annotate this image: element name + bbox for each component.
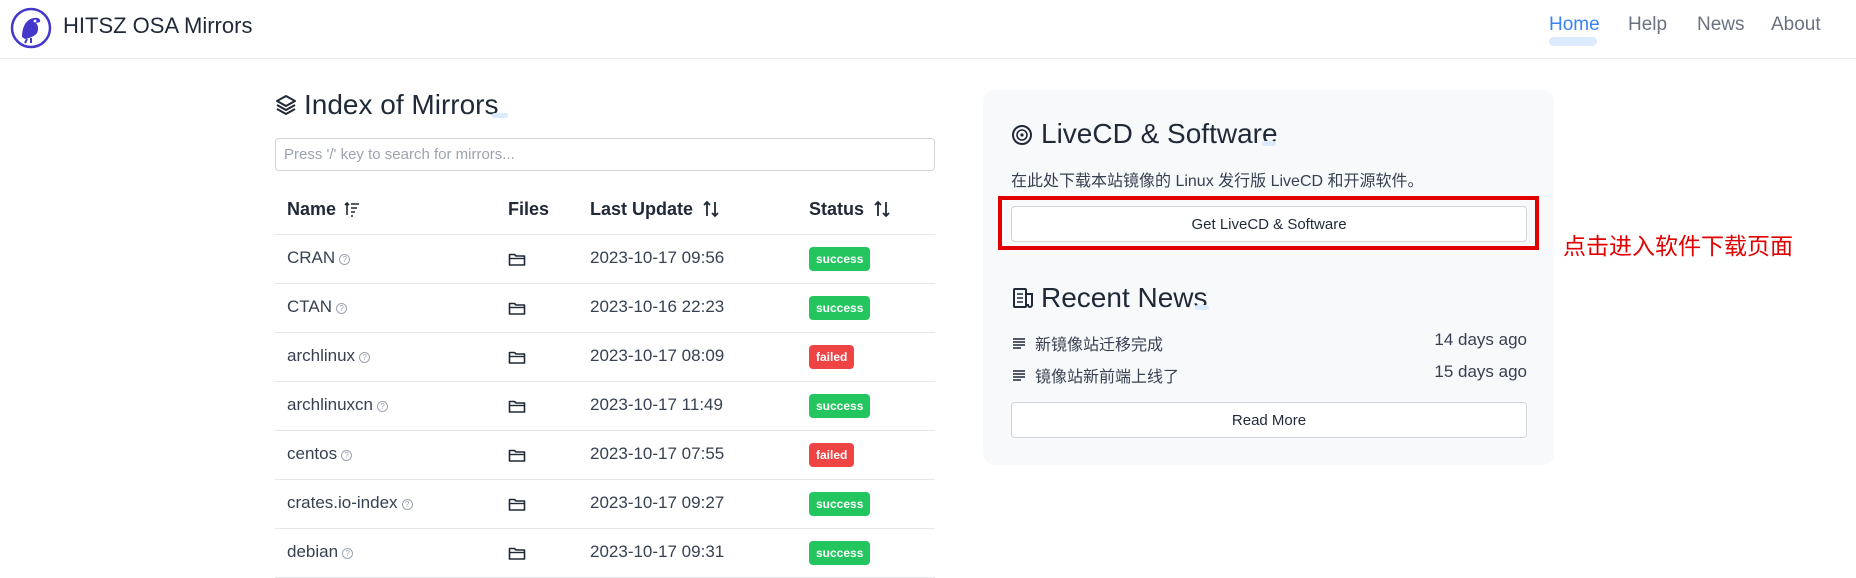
mirror-name[interactable]: centos bbox=[287, 444, 337, 463]
newspaper-icon bbox=[1013, 288, 1033, 308]
folder-icon[interactable] bbox=[508, 398, 526, 414]
nav-home[interactable]: Home bbox=[1549, 14, 1600, 36]
mirror-name-link[interactable]: archlinuxcn? bbox=[287, 395, 388, 415]
nav-news[interactable]: News bbox=[1697, 14, 1745, 36]
news-title[interactable]: 新镜像站迁移完成 bbox=[1035, 331, 1163, 355]
mirror-name-link[interactable]: debian? bbox=[287, 542, 354, 562]
folder-icon[interactable] bbox=[508, 447, 526, 463]
table-row: debian? 2023-10-17 09:31 success bbox=[275, 529, 935, 578]
annotation-text: 点击进入软件下载页面 bbox=[1563, 234, 1793, 260]
status-badge: success bbox=[809, 492, 871, 516]
table-row: crates.io-index? 2023-10-17 09:27 success bbox=[275, 480, 935, 529]
sort-toggle-icon[interactable] bbox=[872, 199, 892, 219]
logo-icon[interactable] bbox=[10, 7, 52, 49]
folder-icon[interactable] bbox=[508, 349, 526, 365]
last-update: 2023-10-16 22:23 bbox=[590, 297, 725, 316]
mirror-name[interactable]: debian bbox=[287, 542, 338, 561]
title-decoration bbox=[1262, 141, 1276, 146]
help-icon[interactable]: ? bbox=[359, 352, 371, 363]
sort-toggle-icon[interactable] bbox=[701, 199, 721, 219]
status-badge: success bbox=[809, 247, 871, 271]
layers-icon bbox=[276, 95, 296, 115]
mirror-search-input[interactable] bbox=[275, 138, 935, 171]
column-header-name-label: Name bbox=[287, 199, 337, 219]
read-more-button[interactable]: Read More bbox=[1011, 402, 1527, 438]
mirror-name-link[interactable]: crates.io-index? bbox=[287, 493, 413, 513]
mirror-name[interactable]: archlinuxcn bbox=[287, 395, 373, 414]
text-lines-icon bbox=[1013, 368, 1025, 381]
last-update: 2023-10-17 09:27 bbox=[590, 493, 725, 512]
news-time: 14 days ago bbox=[1434, 330, 1527, 349]
table-row: archlinuxcn? 2023-10-17 11:49 success bbox=[275, 382, 935, 431]
news-item[interactable]: 镜像站新前端上线了 15 days ago bbox=[1011, 362, 1527, 386]
column-header-last-update[interactable]: Last Update bbox=[590, 199, 721, 220]
mirror-name[interactable]: archlinux bbox=[287, 346, 355, 365]
column-header-last-update-label: Last Update bbox=[590, 199, 694, 219]
table-row: centos? 2023-10-17 07:55 failed bbox=[275, 431, 935, 480]
help-icon[interactable]: ? bbox=[341, 450, 353, 461]
nav-active-indicator bbox=[1549, 37, 1597, 46]
top-navbar: HITSZ OSA Mirrors Home Help News About bbox=[0, 0, 1856, 59]
last-update: 2023-10-17 11:49 bbox=[590, 395, 723, 414]
news-section-title: Recent News bbox=[1041, 282, 1208, 313]
nav-about[interactable]: About bbox=[1771, 14, 1821, 36]
mirror-name[interactable]: crates.io-index bbox=[287, 493, 398, 512]
nav-help[interactable]: Help bbox=[1628, 14, 1667, 36]
brand-name[interactable]: HITSZ OSA Mirrors bbox=[63, 13, 252, 39]
folder-icon[interactable] bbox=[508, 251, 526, 267]
help-icon[interactable]: ? bbox=[377, 401, 388, 412]
livecd-section-title: LiveCD & Software bbox=[1041, 118, 1278, 149]
column-header-status[interactable]: Status bbox=[809, 199, 892, 220]
last-update: 2023-10-17 08:09 bbox=[590, 346, 725, 365]
livecd-description: 在此处下载本站镜像的 Linux 发行版 LiveCD 和开源软件。 bbox=[1011, 173, 1424, 190]
folder-icon[interactable] bbox=[508, 496, 526, 512]
status-badge: success bbox=[809, 541, 871, 565]
last-update: 2023-10-17 09:56 bbox=[590, 248, 725, 267]
table-row: archlinux? 2023-10-17 08:09 failed bbox=[275, 333, 935, 382]
status-badge: success bbox=[809, 296, 871, 320]
mirror-name-link[interactable]: CTAN? bbox=[287, 297, 348, 317]
status-badge: failed bbox=[809, 443, 855, 467]
mirror-name[interactable]: CRAN bbox=[287, 248, 335, 267]
sort-ascending-icon[interactable] bbox=[343, 200, 361, 218]
mirrors-section-title: Index of Mirrors bbox=[304, 89, 499, 120]
folder-icon[interactable] bbox=[508, 545, 526, 561]
disc-icon bbox=[1012, 125, 1032, 145]
status-badge: success bbox=[809, 394, 871, 418]
table-row: CRAN? 2023-10-17 09:56 success bbox=[275, 235, 935, 284]
column-header-files: Files bbox=[508, 199, 550, 219]
last-update: 2023-10-17 07:55 bbox=[590, 444, 725, 463]
mirror-name-link[interactable]: archlinux? bbox=[287, 346, 371, 366]
help-icon[interactable]: ? bbox=[336, 303, 348, 314]
folder-icon[interactable] bbox=[508, 300, 526, 316]
column-header-status-label: Status bbox=[809, 199, 865, 219]
column-header-name[interactable]: Name bbox=[287, 199, 361, 220]
status-badge: failed bbox=[809, 345, 855, 369]
last-update: 2023-10-17 09:31 bbox=[590, 542, 725, 561]
help-icon[interactable]: ? bbox=[342, 548, 354, 559]
news-title[interactable]: 镜像站新前端上线了 bbox=[1035, 363, 1179, 387]
mirror-name-link[interactable]: CRAN? bbox=[287, 248, 351, 268]
help-icon[interactable]: ? bbox=[339, 254, 351, 265]
title-decoration bbox=[492, 113, 508, 118]
mirror-name[interactable]: CTAN bbox=[287, 297, 332, 316]
get-livecd-button[interactable]: Get LiveCD & Software bbox=[1011, 206, 1527, 242]
title-decoration bbox=[1195, 305, 1209, 310]
table-row: CTAN? 2023-10-16 22:23 success bbox=[275, 284, 935, 333]
text-lines-icon bbox=[1013, 336, 1025, 349]
help-icon[interactable]: ? bbox=[401, 499, 413, 510]
mirror-name-link[interactable]: centos? bbox=[287, 444, 353, 464]
news-item[interactable]: 新镜像站迁移完成 14 days ago bbox=[1011, 330, 1527, 354]
news-time: 15 days ago bbox=[1434, 362, 1527, 381]
